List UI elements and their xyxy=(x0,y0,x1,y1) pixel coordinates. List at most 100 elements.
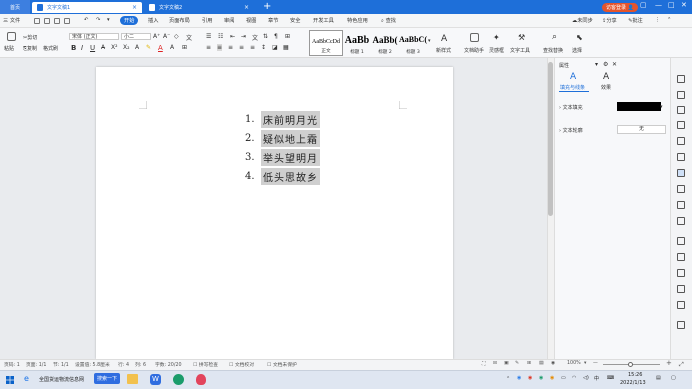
distributed-icon[interactable]: ≡ xyxy=(250,44,255,51)
line-spacing-icon[interactable]: ↕ xyxy=(261,44,266,51)
text-fill-toggle[interactable]: › 文本填充 xyxy=(559,104,583,111)
fill-dropdown-icon[interactable]: ▾ xyxy=(660,104,663,110)
panel-pin-icon[interactable]: ▾ xyxy=(595,61,598,68)
style-icon[interactable] xyxy=(677,75,685,83)
view-focus-icon[interactable]: ⛶ xyxy=(482,361,485,367)
more-tools-icon[interactable] xyxy=(677,321,685,329)
shading-icon[interactable]: ◪ xyxy=(272,44,278,51)
numbered-list-icon[interactable]: ☷ xyxy=(218,33,223,40)
undo-icon[interactable]: ↶ xyxy=(84,17,88,23)
properties-icon[interactable] xyxy=(677,169,685,177)
list-text[interactable]: 举头望明月 xyxy=(261,149,320,166)
list-text[interactable]: 疑似地上霜 xyxy=(261,130,320,147)
document-tab-active[interactable]: 文字文稿1 × xyxy=(32,2,142,13)
zoom-in-icon[interactable]: + xyxy=(666,359,672,367)
notification-icon[interactable]: ▤ xyxy=(656,375,661,381)
strikethrough-icon[interactable]: A̶ xyxy=(101,44,105,51)
file-explorer-icon[interactable] xyxy=(127,374,138,384)
sort-icon[interactable]: ⇅ xyxy=(263,33,268,40)
text-outline-toggle[interactable]: › 文本轮廓 xyxy=(559,127,583,134)
list-text[interactable]: 床前明月光 xyxy=(261,111,320,128)
tray-expand-icon[interactable]: ⌃ xyxy=(506,376,510,382)
menu-review[interactable]: 审阅 xyxy=(224,17,234,24)
spell-check-button[interactable]: ☐ 拼写检查 xyxy=(193,361,218,368)
view-web-icon[interactable]: ⊞ xyxy=(527,361,531,366)
find-replace-button[interactable]: 查找替换 xyxy=(543,47,563,54)
select-button[interactable]: 选择 xyxy=(572,47,582,54)
restore-icon[interactable]: ▢ xyxy=(640,1,647,9)
tray-wifi-icon[interactable]: ◠ xyxy=(572,375,576,381)
proofread-button[interactable]: ☐ 文档校对 xyxy=(229,361,254,368)
zoom-out-icon[interactable]: — xyxy=(593,361,598,366)
tray-network-icon[interactable]: ▭ xyxy=(561,375,566,381)
chart-icon[interactable] xyxy=(677,153,685,161)
menu-security[interactable]: 安全 xyxy=(290,17,300,24)
underline-icon[interactable]: U xyxy=(90,44,95,52)
style-heading-3[interactable]: AaBbC( 标题 3 xyxy=(396,30,430,56)
wps-icon[interactable]: W xyxy=(150,374,161,385)
history-icon[interactable] xyxy=(677,285,685,293)
panel-settings-icon[interactable]: ⚙ xyxy=(603,61,608,68)
location-icon[interactable] xyxy=(677,269,685,277)
help-icon[interactable] xyxy=(677,301,685,309)
text-effect-icon[interactable]: A xyxy=(135,44,139,51)
chinese-layout-icon[interactable]: 文 xyxy=(252,33,258,42)
font-color-icon[interactable]: A xyxy=(158,44,163,52)
doc-assistant-button[interactable]: 文档助手 xyxy=(464,47,484,54)
collapse-ribbon-icon[interactable]: ⌃ xyxy=(667,17,671,23)
align-center-icon[interactable]: ≡ xyxy=(217,44,223,51)
tab-effects[interactable]: 效果 xyxy=(601,84,611,91)
document-tab[interactable]: 文字文稿2 × xyxy=(144,2,254,13)
action-center-icon[interactable]: ▢ xyxy=(671,375,676,381)
increase-indent-icon[interactable]: ⇥ xyxy=(241,33,246,40)
maximize-icon[interactable]: □ xyxy=(668,1,675,9)
backup-icon[interactable] xyxy=(677,237,685,245)
eye-protect-icon[interactable]: ◉ xyxy=(551,361,555,366)
italic-icon[interactable]: I xyxy=(81,44,83,52)
char-border-icon[interactable]: A xyxy=(170,44,174,51)
save-icon[interactable] xyxy=(34,18,40,24)
ie-icon[interactable]: e xyxy=(24,374,29,383)
paste-button[interactable]: 粘贴 xyxy=(4,45,14,52)
taskbar-search-button[interactable]: 搜索一下 xyxy=(94,373,121,384)
menu-references[interactable]: 引用 xyxy=(202,17,212,24)
char-shading-icon[interactable]: ⊞ xyxy=(182,44,187,51)
clear-format-icon[interactable]: ◇ xyxy=(174,33,179,40)
redo-icon[interactable]: ↷ xyxy=(96,17,100,23)
taskbar-search-app[interactable]: 全国货运物流信息网 xyxy=(39,376,84,383)
preview-icon[interactable] xyxy=(64,18,70,24)
ime-indicator[interactable]: 中 xyxy=(594,375,599,382)
protection-button[interactable]: ☐ 文档未保护 xyxy=(267,361,297,368)
close-window-icon[interactable]: ✕ xyxy=(681,1,687,9)
tray-app-icon[interactable]: ◉ xyxy=(517,375,521,381)
more-options-icon[interactable]: ⋮ xyxy=(655,17,660,23)
text-tools-button[interactable]: 文字工具 xyxy=(510,47,530,54)
zoom-slider-thumb[interactable] xyxy=(628,362,633,367)
more-icon[interactable]: ▾ xyxy=(107,17,110,23)
list-text[interactable]: 低头思故乡 xyxy=(261,168,320,185)
sync-status[interactable]: ☁未同步 xyxy=(572,17,593,24)
menu-view[interactable]: 视图 xyxy=(246,17,256,24)
align-right-icon[interactable]: ≡ xyxy=(228,44,233,51)
tray-security-icon[interactable]: ◉ xyxy=(528,375,532,381)
text-fill-swatch[interactable] xyxy=(617,102,661,111)
layout-icon[interactable] xyxy=(677,185,685,193)
login-button[interactable]: 访客登录 👤 xyxy=(602,3,638,12)
view-read-icon[interactable]: ▤ xyxy=(539,361,544,366)
share-button[interactable]: ⇪分享 xyxy=(602,17,617,24)
text-outline-select[interactable]: 无 xyxy=(617,125,666,134)
cursor-icon[interactable] xyxy=(677,91,685,99)
shapes-icon[interactable] xyxy=(677,106,685,114)
inspiration-button[interactable]: 灵感框 xyxy=(489,47,504,54)
comment-button[interactable]: ✎批注 xyxy=(628,17,643,24)
menu-developer[interactable]: 开发工具 xyxy=(313,17,334,24)
add-tab-icon[interactable]: + xyxy=(263,1,271,12)
shrink-font-icon[interactable]: A⁻ xyxy=(163,33,170,40)
file-menu[interactable]: 三 文件 xyxy=(3,17,20,24)
align-left-icon[interactable]: ≡ xyxy=(206,44,211,51)
menu-page-layout[interactable]: 页面布局 xyxy=(169,17,190,24)
menu-section[interactable]: 章节 xyxy=(268,17,278,24)
view-edit-icon[interactable]: ✎ xyxy=(515,361,519,366)
tray-volume-icon[interactable]: ◁) xyxy=(583,375,589,381)
menu-start[interactable]: 开始 xyxy=(120,16,139,25)
